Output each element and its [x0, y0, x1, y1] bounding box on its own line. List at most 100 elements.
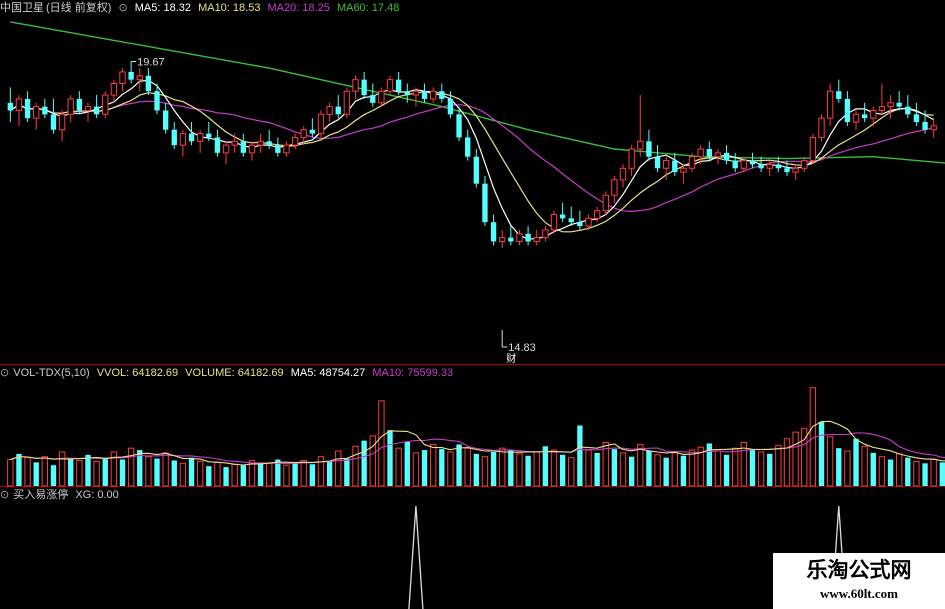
volume-bar [102, 457, 108, 486]
volume-bar [775, 444, 782, 487]
volume-bar [335, 450, 342, 487]
volume-bar [749, 450, 756, 486]
candle-body [913, 114, 920, 123]
volume-bar [171, 460, 177, 486]
volume-bar [456, 444, 462, 486]
volume-bar [395, 447, 402, 487]
candle-body [421, 91, 428, 99]
candle-body [439, 91, 445, 99]
volume-bar [206, 466, 212, 486]
candle-body [784, 168, 790, 173]
candle-body [801, 160, 808, 169]
volume-bar [58, 451, 66, 487]
candle-body [179, 133, 187, 146]
candle-body [836, 91, 842, 99]
volume-bar [887, 459, 894, 486]
volume-bar [188, 457, 195, 486]
volume-bar [680, 455, 687, 486]
candle-body [378, 90, 385, 104]
candle-body [370, 95, 376, 103]
volume-bar [654, 454, 661, 487]
volume-bar [481, 456, 489, 487]
candle-body [568, 218, 574, 223]
candle-body [7, 102, 13, 111]
candle-body [231, 140, 238, 146]
volume-bar [266, 462, 273, 487]
volume-bar [240, 465, 246, 486]
candle-body [499, 237, 506, 242]
candle-body [559, 214, 566, 219]
volume-bar [119, 459, 126, 486]
candle-body [723, 152, 730, 161]
candle-body [697, 148, 704, 158]
candle-body [878, 106, 886, 111]
volume-bar [464, 447, 471, 487]
volume-bar [326, 461, 333, 486]
volume-bar [895, 453, 903, 487]
ma20-line [9, 100, 934, 213]
ma5-line [9, 79, 934, 240]
candle-body [456, 114, 462, 138]
candle-body [240, 141, 246, 153]
volume-bar [688, 449, 696, 487]
volume-bar [550, 449, 558, 487]
volume-bar [559, 454, 566, 486]
volume-bar [41, 456, 49, 487]
volume-bar [85, 454, 91, 486]
candle-body [275, 145, 281, 153]
candle-body [222, 144, 230, 154]
candle-body [429, 90, 437, 100]
stock-chart-window: 中国卫星 (日线 前复权) ⊙ MA5: 18.32 MA10: 18.53 MA… [0, 0, 945, 609]
candle-body [550, 214, 558, 231]
volume-bar [646, 451, 652, 486]
volume-bar [905, 457, 911, 486]
volume-bar [300, 459, 307, 487]
candle-body [465, 137, 471, 157]
candle-body [922, 122, 928, 130]
candle-body [335, 106, 341, 115]
candle-body [214, 137, 221, 153]
candle-body [361, 79, 367, 96]
candle-body [84, 106, 92, 111]
candle-body [50, 114, 57, 130]
volume-bar [429, 443, 437, 487]
volume-bar [878, 456, 886, 487]
candle-body [317, 113, 325, 135]
candle-body [654, 156, 661, 169]
volume-bar [439, 449, 445, 486]
candle-body [758, 164, 764, 169]
candle-body [706, 149, 712, 157]
finance-marker[interactable]: 财 [506, 352, 516, 365]
volume-bar [585, 449, 592, 487]
volume-bar [7, 459, 14, 487]
candle-body [577, 222, 583, 227]
candle-body [300, 129, 307, 138]
volume-bar [179, 462, 187, 487]
volume-bar [412, 452, 420, 487]
candle-body [128, 71, 134, 80]
volume-bar [637, 443, 644, 487]
volume-bar [930, 459, 937, 487]
candle-body [404, 91, 410, 96]
candle-body [775, 164, 782, 169]
volume-bar [154, 458, 160, 486]
candle-body [283, 144, 290, 154]
signal-spike [408, 505, 424, 609]
volume-bar [516, 453, 523, 487]
volume-bar [939, 462, 945, 486]
volume-bar [369, 435, 376, 487]
candle-body [861, 114, 868, 119]
volume-bar [826, 436, 834, 487]
candle-body [732, 160, 738, 169]
candle-body [672, 160, 678, 173]
chart-canvas[interactable]: 19.67 14.83 财 [0, 0, 945, 609]
volume-bar [145, 456, 152, 487]
volume-bar [922, 463, 928, 486]
candle-body [905, 106, 911, 115]
volume-bar [16, 453, 22, 486]
volume-bar [723, 454, 730, 486]
candle-body [628, 148, 635, 169]
candle-body [386, 79, 394, 92]
candle-body [162, 110, 169, 130]
volume-bar [861, 445, 868, 487]
